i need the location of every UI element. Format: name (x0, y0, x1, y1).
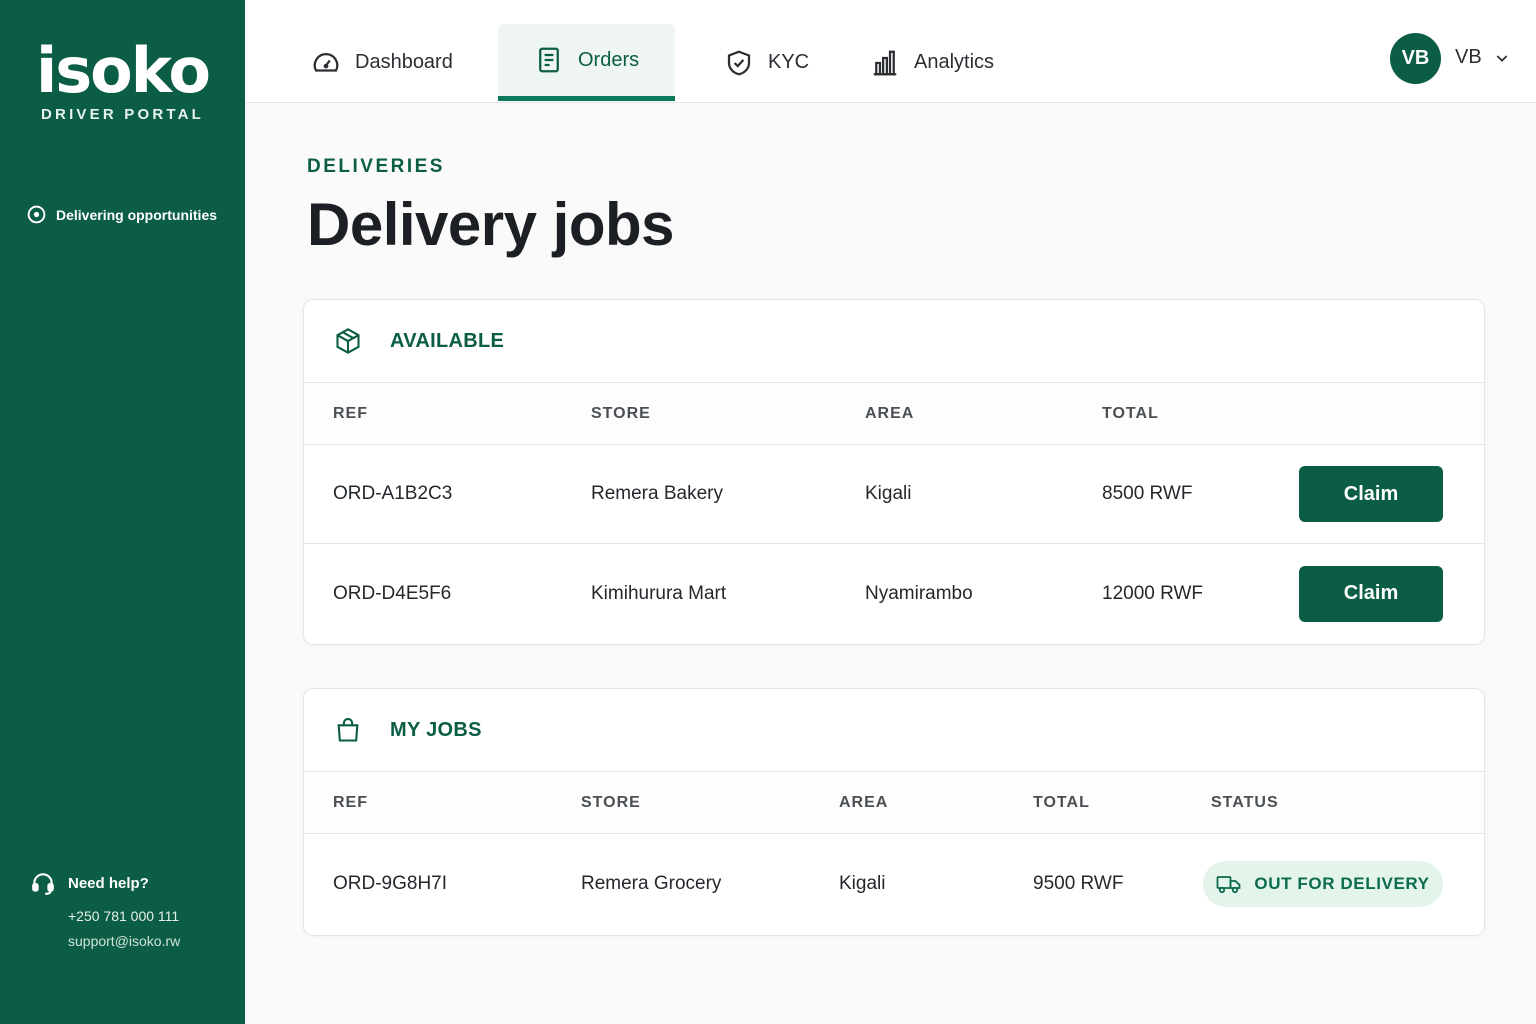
logo-wordmark: isoko (36, 34, 211, 107)
document-icon (539, 47, 559, 73)
my-jobs-card: MY JOBS REF STORE AREA TOTAL STATUS ORD-… (303, 688, 1485, 936)
area: Kigali (839, 872, 886, 894)
gauge-icon (313, 52, 339, 72)
column-header: AREA (839, 793, 889, 811)
headset-icon (32, 873, 54, 895)
package-icon (336, 328, 360, 354)
table-row: ORD-9G8H7I Remera Grocery Kigali 9500 RW… (304, 834, 1484, 933)
tab-analytics[interactable]: Analytics (870, 24, 994, 101)
page-title: Delivery jobs (307, 191, 675, 258)
support-phone[interactable]: +250 781 000 111 (68, 908, 180, 924)
table-header: REF STORE AREA TOTAL STATUS (304, 772, 1484, 834)
tagline: Delivering opportunities (26, 204, 217, 225)
column-header: TOTAL (1033, 793, 1090, 811)
location-target-icon (27, 205, 46, 224)
user-name: VB (1455, 46, 1482, 68)
logo[interactable]: isoko DRIVER PORTAL (0, 34, 245, 124)
column-header: STORE (581, 793, 641, 811)
column-header: STATUS (1211, 793, 1279, 811)
help-title-text: Need help? (68, 874, 149, 892)
table-row: ORD-D4E5F6 Kimihurura Mart Nyamirambo 12… (304, 544, 1484, 643)
help-title: Need help? (30, 870, 180, 896)
avatar[interactable]: VB (1390, 33, 1441, 84)
order-ref: ORD-A1B2C3 (333, 483, 453, 504)
column-header: AREA (865, 404, 915, 422)
section-eyebrow: DELIVERIES (307, 156, 445, 177)
sidebar: isoko DRIVER PORTAL Delivering opportuni… (0, 0, 245, 1024)
order-ref: ORD-D4E5F6 (333, 582, 452, 604)
table-row: ORD-A1B2C3 Remera Bakery Kigali 8500 RWF… (304, 445, 1484, 544)
my-jobs-card-header: MY JOBS (304, 689, 1484, 772)
store-name: Kimihurura Mart (591, 582, 727, 604)
chevron-down-icon (1496, 54, 1507, 62)
tab-dashboard[interactable]: Dashboard (311, 24, 453, 101)
delivery-truck-icon (1216, 875, 1241, 893)
shopping-bag-icon (337, 717, 359, 742)
tab-kyc-label: KYC (768, 51, 810, 73)
top-nav: Dashboard Orders KYC Analytics VB VB (245, 0, 1536, 103)
available-card: AVAILABLE REF STORE AREA TOTAL ORD-A1B2C… (303, 299, 1485, 645)
order-ref: ORD-9G8H7I (333, 872, 448, 894)
area: Kigali (865, 483, 912, 504)
claim-button[interactable]: Claim (1299, 466, 1443, 522)
store-name: Remera Grocery (581, 872, 722, 894)
tab-analytics-label: Analytics (914, 51, 995, 73)
user-menu[interactable]: VB (1455, 46, 1510, 69)
tab-kyc[interactable]: KYC (724, 24, 809, 101)
claim-button[interactable]: Claim (1299, 565, 1443, 622)
available-card-header: AVAILABLE (304, 300, 1484, 383)
tab-orders[interactable]: Orders (498, 24, 676, 101)
tagline-text: Delivering opportunities (56, 206, 218, 223)
order-total: 9500 RWF (1033, 872, 1124, 894)
column-header: REF (333, 404, 368, 422)
logo-subtitle: DRIVER PORTAL (41, 106, 204, 123)
shield-check-icon (727, 50, 751, 75)
bar-chart-icon (873, 50, 897, 75)
store-name: Remera Bakery (591, 483, 723, 504)
tab-orders-label: Orders (578, 48, 640, 71)
status-badge: OUT FOR DELIVERY (1203, 860, 1443, 907)
help-section: Need help? +250 781 000 111 support@isok… (30, 870, 180, 949)
tab-dashboard-label: Dashboard (355, 51, 453, 73)
status-text: OUT FOR DELIVERY (1254, 873, 1430, 893)
column-header: REF (333, 793, 368, 811)
column-header: TOTAL (1102, 404, 1159, 422)
order-total: 8500 RWF (1102, 483, 1193, 504)
column-header: STORE (591, 404, 651, 422)
available-title: AVAILABLE (390, 329, 505, 352)
support-email[interactable]: support@isoko.rw (68, 933, 180, 949)
area: Nyamirambo (865, 582, 973, 604)
my-jobs-title: MY JOBS (390, 718, 482, 741)
order-total: 12000 RWF (1102, 582, 1204, 604)
table-header: REF STORE AREA TOTAL (304, 383, 1484, 445)
